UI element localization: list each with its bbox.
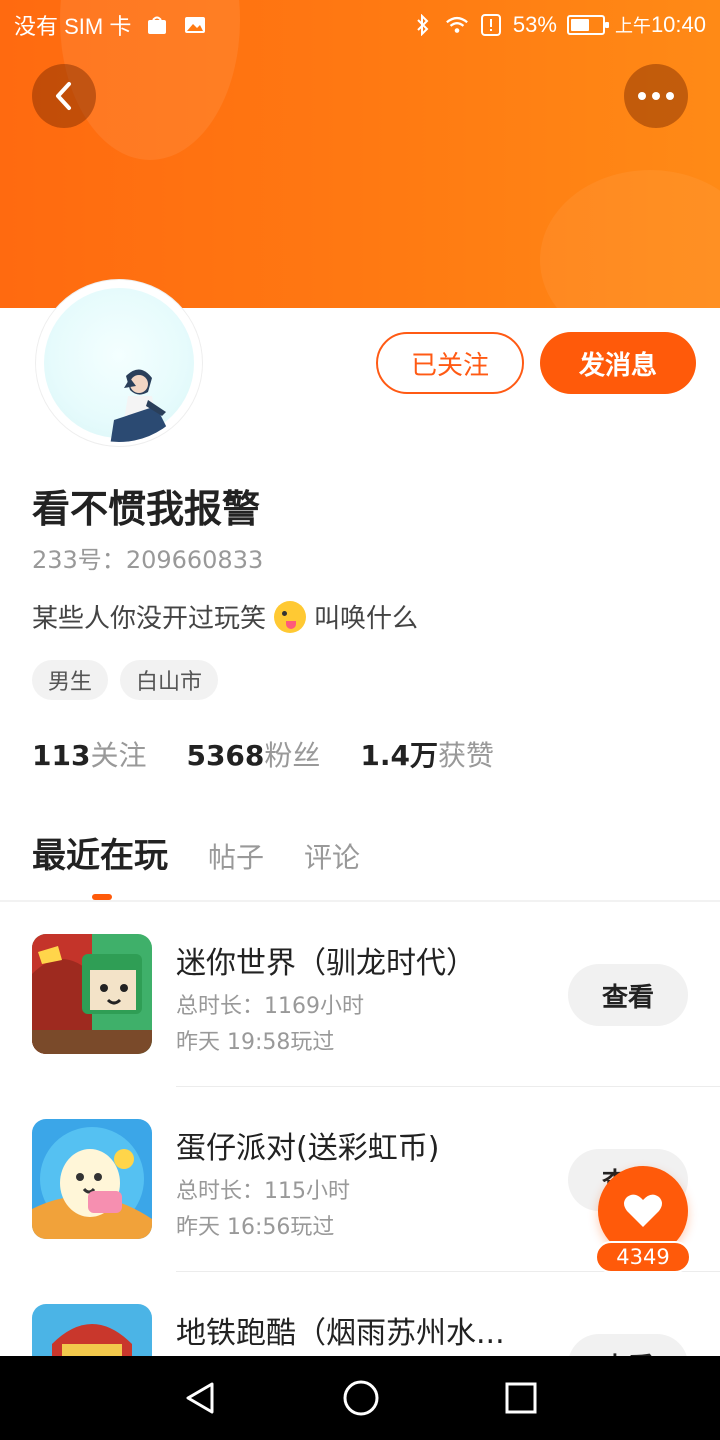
nav-back-icon[interactable] [182, 1380, 218, 1416]
avatar-character-image [110, 369, 172, 442]
game-last-played: 昨天 19:58玩过 [176, 1030, 335, 1055]
tongue-emoji-icon [274, 600, 307, 633]
uid-value: 209660833 [125, 546, 264, 574]
bio-text-end: 叫唤什么 [314, 604, 419, 634]
row-divider [176, 1086, 720, 1087]
following-count: 113 [32, 739, 91, 772]
content-tabs: 最近在玩 帖子 评论 [32, 828, 360, 900]
bio-text-start: 某些人你没开过玩笑 [32, 604, 267, 634]
profile-name: 看不惯我报警 [32, 487, 261, 531]
game-icon-subway-surfers [32, 1304, 152, 1356]
tab-posts[interactable]: 帖子 [208, 836, 264, 876]
clock: 10:40 [650, 12, 706, 37]
nav-recents-icon[interactable] [504, 1381, 538, 1415]
avatar[interactable] [36, 280, 202, 446]
alert-icon [479, 14, 503, 36]
gallery-icon [183, 14, 207, 36]
banner-decoration [540, 170, 720, 308]
followed-button[interactable]: 已关注 [376, 332, 524, 394]
tag-gender: 男生 [32, 660, 109, 700]
user-id: 233号：209660833 [32, 540, 263, 575]
game-icon-mini-world [32, 934, 152, 1054]
like-count: 4349 [595, 1241, 691, 1273]
send-message-button[interactable]: 发消息 [540, 332, 696, 394]
stat-following[interactable]: 113关注 [32, 734, 146, 774]
game-title: 地铁跑酷（烟雨苏州水... [176, 1316, 505, 1351]
profile-bio: 某些人你没开过玩笑 叫唤什么 [32, 598, 418, 635]
tabs-divider [0, 900, 720, 902]
view-button[interactable]: 查看 [568, 1334, 688, 1356]
battery-percent: 53% [512, 12, 557, 37]
nav-home-icon[interactable] [342, 1379, 380, 1417]
stat-fans[interactable]: 5368粉丝 [186, 734, 320, 774]
likes-count: 1.4万 [360, 739, 439, 772]
profile-tags: 男生 白山市 [32, 660, 219, 700]
game-list-item[interactable]: 迷你世界（驯龙时代） 总时长：1169小时 昨天 19:58玩过 查看 [0, 934, 720, 1120]
chevron-left-icon [56, 82, 71, 110]
system-nav-bar [0, 1356, 720, 1440]
tag-city: 白山市 [120, 660, 219, 700]
view-button[interactable]: 查看 [568, 964, 688, 1026]
more-dots-icon [638, 92, 674, 100]
fans-count: 5368 [186, 739, 265, 772]
tab-comments[interactable]: 评论 [304, 836, 360, 876]
store-icon [145, 14, 169, 36]
game-last-played: 昨天 16:56玩过 [176, 1215, 335, 1240]
game-duration: 总时长：1169小时 [176, 994, 364, 1019]
bluetooth-icon [411, 14, 435, 36]
likes-label: 获赞 [438, 739, 495, 772]
game-title: 蛋仔派对(送彩虹币) [176, 1131, 440, 1166]
profile-stats: 113关注 5368粉丝 1.4万获赞 [32, 734, 494, 774]
uid-label: 233号： [32, 546, 126, 574]
tab-label: 最近在玩 [32, 836, 168, 876]
carrier-text: 没有 SIM 卡 [14, 14, 132, 39]
stat-likes[interactable]: 1.4万获赞 [360, 734, 494, 774]
more-button[interactable] [624, 64, 688, 128]
game-title: 迷你世界（驯龙时代） [176, 946, 476, 981]
back-button[interactable] [32, 64, 96, 128]
fans-label: 粉丝 [264, 739, 321, 772]
heart-icon [624, 1194, 662, 1227]
game-duration: 总时长：115小时 [176, 1179, 350, 1204]
status-bar: 没有 SIM 卡 53% 上午10:40 [0, 0, 720, 50]
time-prefix: 上午 [614, 16, 651, 36]
game-list-item[interactable]: 地铁跑酷（烟雨苏州水... 查看 [0, 1304, 720, 1356]
game-icon-eggy-party [32, 1119, 152, 1239]
following-label: 关注 [90, 739, 147, 772]
tab-recently-played[interactable]: 最近在玩 [32, 828, 168, 900]
battery-icon [566, 15, 609, 35]
wifi-icon [445, 14, 469, 36]
